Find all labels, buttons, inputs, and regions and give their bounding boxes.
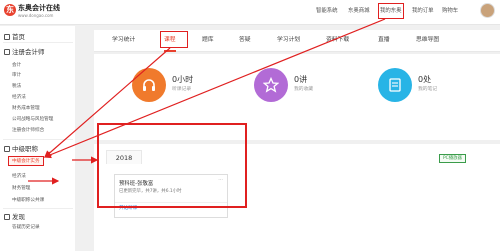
note-icon[interactable] xyxy=(378,68,412,102)
nav-dongao-mall[interactable]: 东奥商城 xyxy=(348,0,370,25)
discover-icon xyxy=(4,214,10,220)
home-icon xyxy=(4,34,10,40)
stat-favorites-label: 我的收藏 xyxy=(294,87,314,92)
sidebar-item-economic-law[interactable]: 经济法 xyxy=(12,94,26,100)
star-icon[interactable] xyxy=(254,68,288,102)
stat-notes-label: 我的笔记 xyxy=(418,87,438,92)
sidebar-mid-head: 中级职称 xyxy=(4,143,38,153)
logo-url: www.dongao.com xyxy=(18,13,54,18)
stat-favorites-value: 0讲 xyxy=(294,75,308,84)
pc-player-button[interactable]: PC播放器 xyxy=(439,154,466,163)
avatar[interactable] xyxy=(480,3,495,18)
nav-smart-system[interactable]: 智能系统 xyxy=(316,0,338,25)
nav-cart[interactable]: 购物车 xyxy=(442,0,458,25)
tab-bar: 学习统计 课程 题库 答疑 学习计划 资料下载 直播 思维导图 xyxy=(94,30,500,52)
sidebar-item-financial-cost[interactable]: 财务成本管理 xyxy=(12,105,40,111)
annotation-box-tab xyxy=(160,31,188,48)
sidebar-home-label: 首页 xyxy=(12,33,25,41)
nav-my-orders[interactable]: 我的订单 xyxy=(412,0,434,25)
logo-mark: 东 xyxy=(4,4,16,16)
sidebar-cpa-head: 注册会计师 xyxy=(4,46,45,56)
sidebar-item-mid-accounting[interactable]: 中级会计实务 xyxy=(8,156,44,166)
sidebar-item-accounting[interactable]: 会计 xyxy=(12,62,21,68)
stat-notes-value: 0处 xyxy=(418,75,432,84)
sidebar-item-tax[interactable]: 税法 xyxy=(12,83,21,89)
tab-study-stats[interactable]: 学习统计 xyxy=(112,30,135,50)
divider xyxy=(3,139,73,140)
tab-mind-map[interactable]: 思维导图 xyxy=(416,30,439,50)
annotation-box-course xyxy=(97,123,247,208)
stat-listen-label: 听课记录 xyxy=(172,87,192,92)
sidebar-item-mid-finance[interactable]: 财务管理 xyxy=(12,185,30,191)
tab-question-bank[interactable]: 题库 xyxy=(202,30,214,50)
sidebar-discover-label: 发现 xyxy=(12,213,25,221)
sidebar-item-cpa-comprehensive[interactable]: 注册会计师综合 xyxy=(12,127,44,133)
tab-live[interactable]: 直播 xyxy=(378,30,390,50)
tab-downloads[interactable]: 资料下载 xyxy=(326,30,349,50)
top-header: 东 东奥会计在线 www.dongao.com 智能系统 东奥商城 我的东奥 我… xyxy=(0,0,500,25)
sidebar-item-qa-history[interactable]: 答疑历史记录 xyxy=(12,224,40,230)
book-icon xyxy=(4,146,10,152)
logo-text: 东奥会计在线 xyxy=(18,4,60,12)
tab-qa[interactable]: 答疑 xyxy=(239,30,251,50)
sidebar-home[interactable]: 首页 xyxy=(4,31,25,41)
sidebar-mid-label: 中级职称 xyxy=(12,145,38,153)
sidebar-item-mid-economic-law[interactable]: 经济法 xyxy=(12,173,26,179)
stat-listen-value: 0小时 xyxy=(172,75,194,84)
sidebar-item-strategy[interactable]: 公司战略与风险管理 xyxy=(12,116,53,122)
sidebar-item-mid-public[interactable]: 中级职称公共课 xyxy=(12,197,44,203)
headphones-icon[interactable] xyxy=(132,68,166,102)
nav-my-dongao[interactable]: 我的东奥 xyxy=(378,3,404,19)
sidebar-item-audit[interactable]: 审计 xyxy=(12,72,21,78)
tab-study-plan[interactable]: 学习计划 xyxy=(277,30,300,50)
divider xyxy=(3,42,73,43)
site-logo[interactable]: 东 东奥会计在线 www.dongao.com xyxy=(4,3,64,21)
sidebar-cpa-label: 注册会计师 xyxy=(12,48,45,56)
sidebar-discover-head: 发现 xyxy=(4,211,25,221)
sidebar: 首页 注册会计师 会计 审计 税法 经济法 财务成本管理 公司战略与风险管理 注… xyxy=(0,26,75,251)
divider xyxy=(3,208,73,209)
book-icon xyxy=(4,49,10,55)
